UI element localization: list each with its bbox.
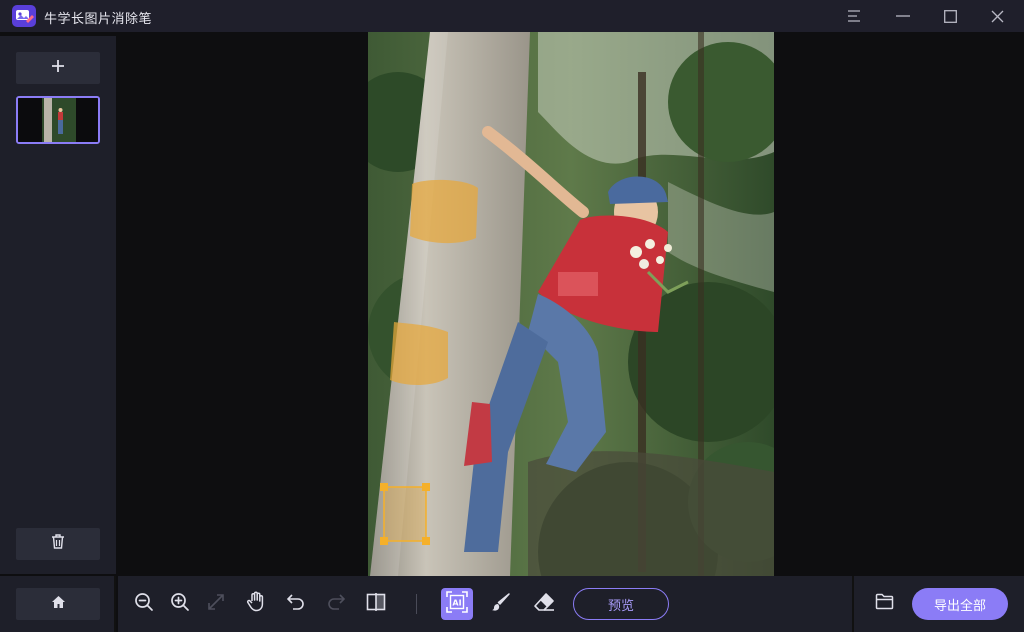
close-button[interactable] [974, 0, 1020, 32]
maximize-button[interactable] [927, 0, 973, 32]
preview-button[interactable]: 预览 [573, 588, 669, 620]
svg-text:AI: AI [452, 598, 461, 607]
toolbar-divider [416, 594, 417, 614]
folder-icon [875, 593, 894, 615]
app-title: 牛学长图片消除笔 [44, 11, 153, 26]
open-folder-button[interactable] [872, 592, 896, 616]
image-thumbnail[interactable] [16, 96, 100, 144]
export-all-button[interactable]: 导出全部 [912, 588, 1008, 620]
plus-icon [51, 59, 65, 78]
hand-pan-icon [246, 591, 266, 617]
minimize-button[interactable] [880, 0, 926, 32]
bottom-right-panel: 导出全部 [852, 576, 1024, 632]
undo-icon [286, 593, 305, 615]
brush-icon [491, 592, 511, 617]
eraser-icon [533, 592, 555, 617]
close-icon [991, 10, 1004, 23]
eraser-button[interactable] [532, 592, 556, 616]
add-image-button[interactable] [16, 52, 100, 84]
edit-toolbar: AI 预览 [118, 576, 852, 632]
maximize-icon [943, 9, 957, 23]
hand-pan-button[interactable] [244, 591, 268, 617]
edited-photo[interactable] [368, 32, 774, 576]
ai-select-icon: AI [446, 590, 468, 618]
image-sidebar [0, 36, 116, 574]
compare-button[interactable] [364, 592, 388, 616]
zoom-out-icon [134, 592, 154, 617]
home-icon [51, 595, 66, 614]
app-logo-icon [12, 5, 36, 27]
bottom-left-panel [0, 576, 116, 632]
zoom-out-button[interactable] [132, 592, 156, 616]
brush-button[interactable] [489, 592, 513, 616]
title-bar: 牛学长图片消除笔 [0, 0, 1024, 32]
fit-screen-button[interactable] [204, 592, 228, 616]
undo-button[interactable] [284, 592, 308, 616]
compare-icon [366, 592, 386, 617]
fit-screen-icon [207, 593, 225, 616]
redo-button[interactable] [324, 592, 348, 616]
home-button[interactable] [16, 588, 100, 620]
ai-select-button[interactable]: AI [441, 588, 473, 620]
minimize-icon [896, 15, 910, 17]
zoom-in-button[interactable] [168, 592, 192, 616]
trash-icon [51, 534, 65, 554]
redo-icon [327, 593, 346, 615]
menu-icon [847, 10, 861, 22]
delete-image-button[interactable] [16, 528, 100, 560]
menu-button[interactable] [831, 0, 877, 32]
zoom-in-icon [170, 592, 190, 617]
